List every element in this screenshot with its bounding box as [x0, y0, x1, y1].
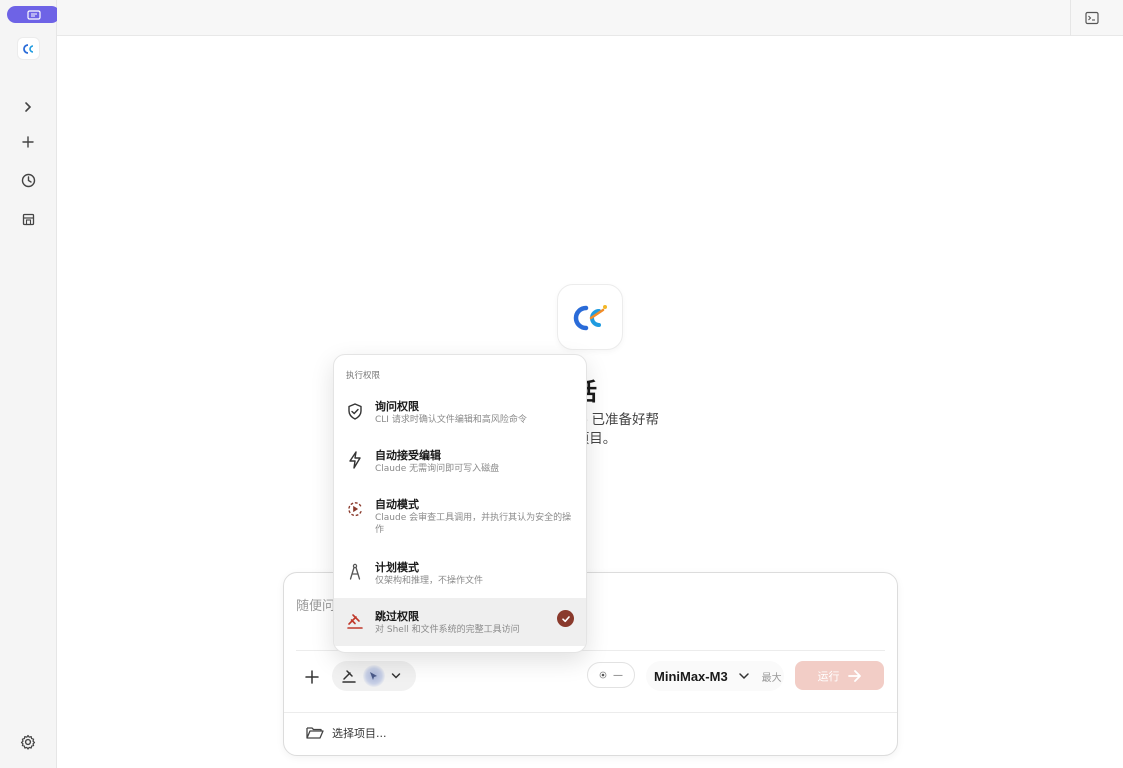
- top-bar: [57, 0, 1123, 36]
- store-icon: [22, 213, 34, 225]
- menu-item-plan-mode[interactable]: 计划模式 仅架构和推理，不操作文件: [334, 559, 586, 595]
- menu-item-title: 计划模式: [375, 561, 419, 574]
- clock-icon: [21, 173, 35, 187]
- store-button[interactable]: [16, 207, 40, 231]
- arrow-right-icon: [847, 669, 861, 682]
- plus-icon: [22, 136, 34, 148]
- menu-item-desc: 仅架构和推理，不操作文件: [375, 576, 484, 586]
- cc-logo-icon: [573, 305, 607, 331]
- gavel-icon: [346, 612, 364, 630]
- radio-dot-icon: [599, 671, 607, 679]
- cursor-highlight: [363, 665, 385, 687]
- lightning-icon: [346, 451, 364, 469]
- menu-item-ask-permissions[interactable]: 询问权限 CLI 请求时确认文件编辑和高风险命令: [334, 398, 586, 434]
- folder-icon: [306, 727, 324, 739]
- chevron-down-icon: [391, 673, 401, 679]
- chevron-right-icon: [25, 102, 32, 112]
- hero-logo: [557, 284, 623, 350]
- choose-project-button[interactable]: 选择项目...: [306, 725, 387, 741]
- new-session-button[interactable]: [16, 130, 40, 154]
- auto-cycle-icon: [346, 500, 364, 518]
- run-label: 运行: [817, 669, 840, 683]
- model-selector[interactable]: MiniMax-M3 最大: [646, 661, 784, 691]
- effort-label: —: [613, 669, 623, 681]
- menu-item-desc: 对 Shell 和文件系统的完整工具访问: [375, 625, 520, 635]
- history-button[interactable]: [16, 168, 40, 192]
- topbar-divider: [1070, 0, 1071, 36]
- menu-item-title: 跳过权限: [375, 610, 419, 623]
- app-logo[interactable]: [18, 38, 39, 59]
- menu-item-desc: Claude 无需询问即可写入磁盘: [375, 464, 500, 474]
- shield-check-icon: [346, 402, 364, 420]
- menu-item-desc: CLI 请求时确认文件编辑和高风险命令: [375, 415, 527, 425]
- panel-icon: [26, 9, 41, 20]
- menu-item-auto-accept-edits[interactable]: 自动接受编辑 Claude 无需询问即可写入磁盘: [334, 447, 586, 483]
- menu-item-auto-mode[interactable]: 自动模式 Claude 会审查工具调用，并执行其认为安全的操作: [334, 496, 586, 546]
- gavel-icon: [342, 670, 356, 683]
- selected-check-icon: [557, 610, 574, 627]
- model-name: MiniMax-M3: [654, 668, 728, 684]
- settings-button[interactable]: [16, 730, 40, 754]
- compass-icon: [346, 563, 364, 581]
- menu-item-title: 自动模式: [375, 498, 419, 511]
- cursor-icon: [370, 672, 377, 680]
- menu-item-title: 自动接受编辑: [375, 449, 441, 462]
- menu-item-desc: Claude 会审查工具调用，并执行其认为安全的操作: [375, 513, 572, 535]
- gear-icon: [20, 734, 36, 750]
- menu-heading: 执行权限: [346, 371, 381, 381]
- sidebar: [0, 0, 60, 768]
- model-tag: 最大: [761, 672, 782, 684]
- app-window: 建会话 话。Claude 已准备好帮 I设计你的项目。 随便问: [0, 0, 1123, 768]
- permissions-menu: 执行权限 询问权限 CLI 请求时确认文件编辑和高风险命令 自动接受编辑 Cla…: [333, 354, 587, 653]
- menu-item-title: 询问权限: [375, 400, 419, 413]
- effort-toggle[interactable]: —: [587, 662, 635, 688]
- choose-project-label: 选择项目...: [332, 727, 387, 740]
- menu-item-skip-permissions[interactable]: 跳过权限 对 Shell 和文件系统的完整工具访问: [334, 598, 586, 646]
- cc-logo-icon: [22, 43, 33, 54]
- expand-sidebar-button[interactable]: [16, 95, 40, 119]
- prompt-input[interactable]: 随便问: [296, 595, 335, 614]
- divider: [284, 712, 897, 713]
- chevron-down-icon: [738, 673, 749, 680]
- terminal-icon: [1085, 11, 1099, 25]
- run-button[interactable]: 运行: [795, 661, 884, 690]
- add-attachment-button[interactable]: [302, 667, 322, 687]
- terminal-button[interactable]: [1085, 10, 1101, 26]
- plus-icon: [305, 670, 319, 684]
- permission-mode-button[interactable]: [332, 661, 416, 691]
- window-toggle-button[interactable]: [7, 6, 60, 23]
